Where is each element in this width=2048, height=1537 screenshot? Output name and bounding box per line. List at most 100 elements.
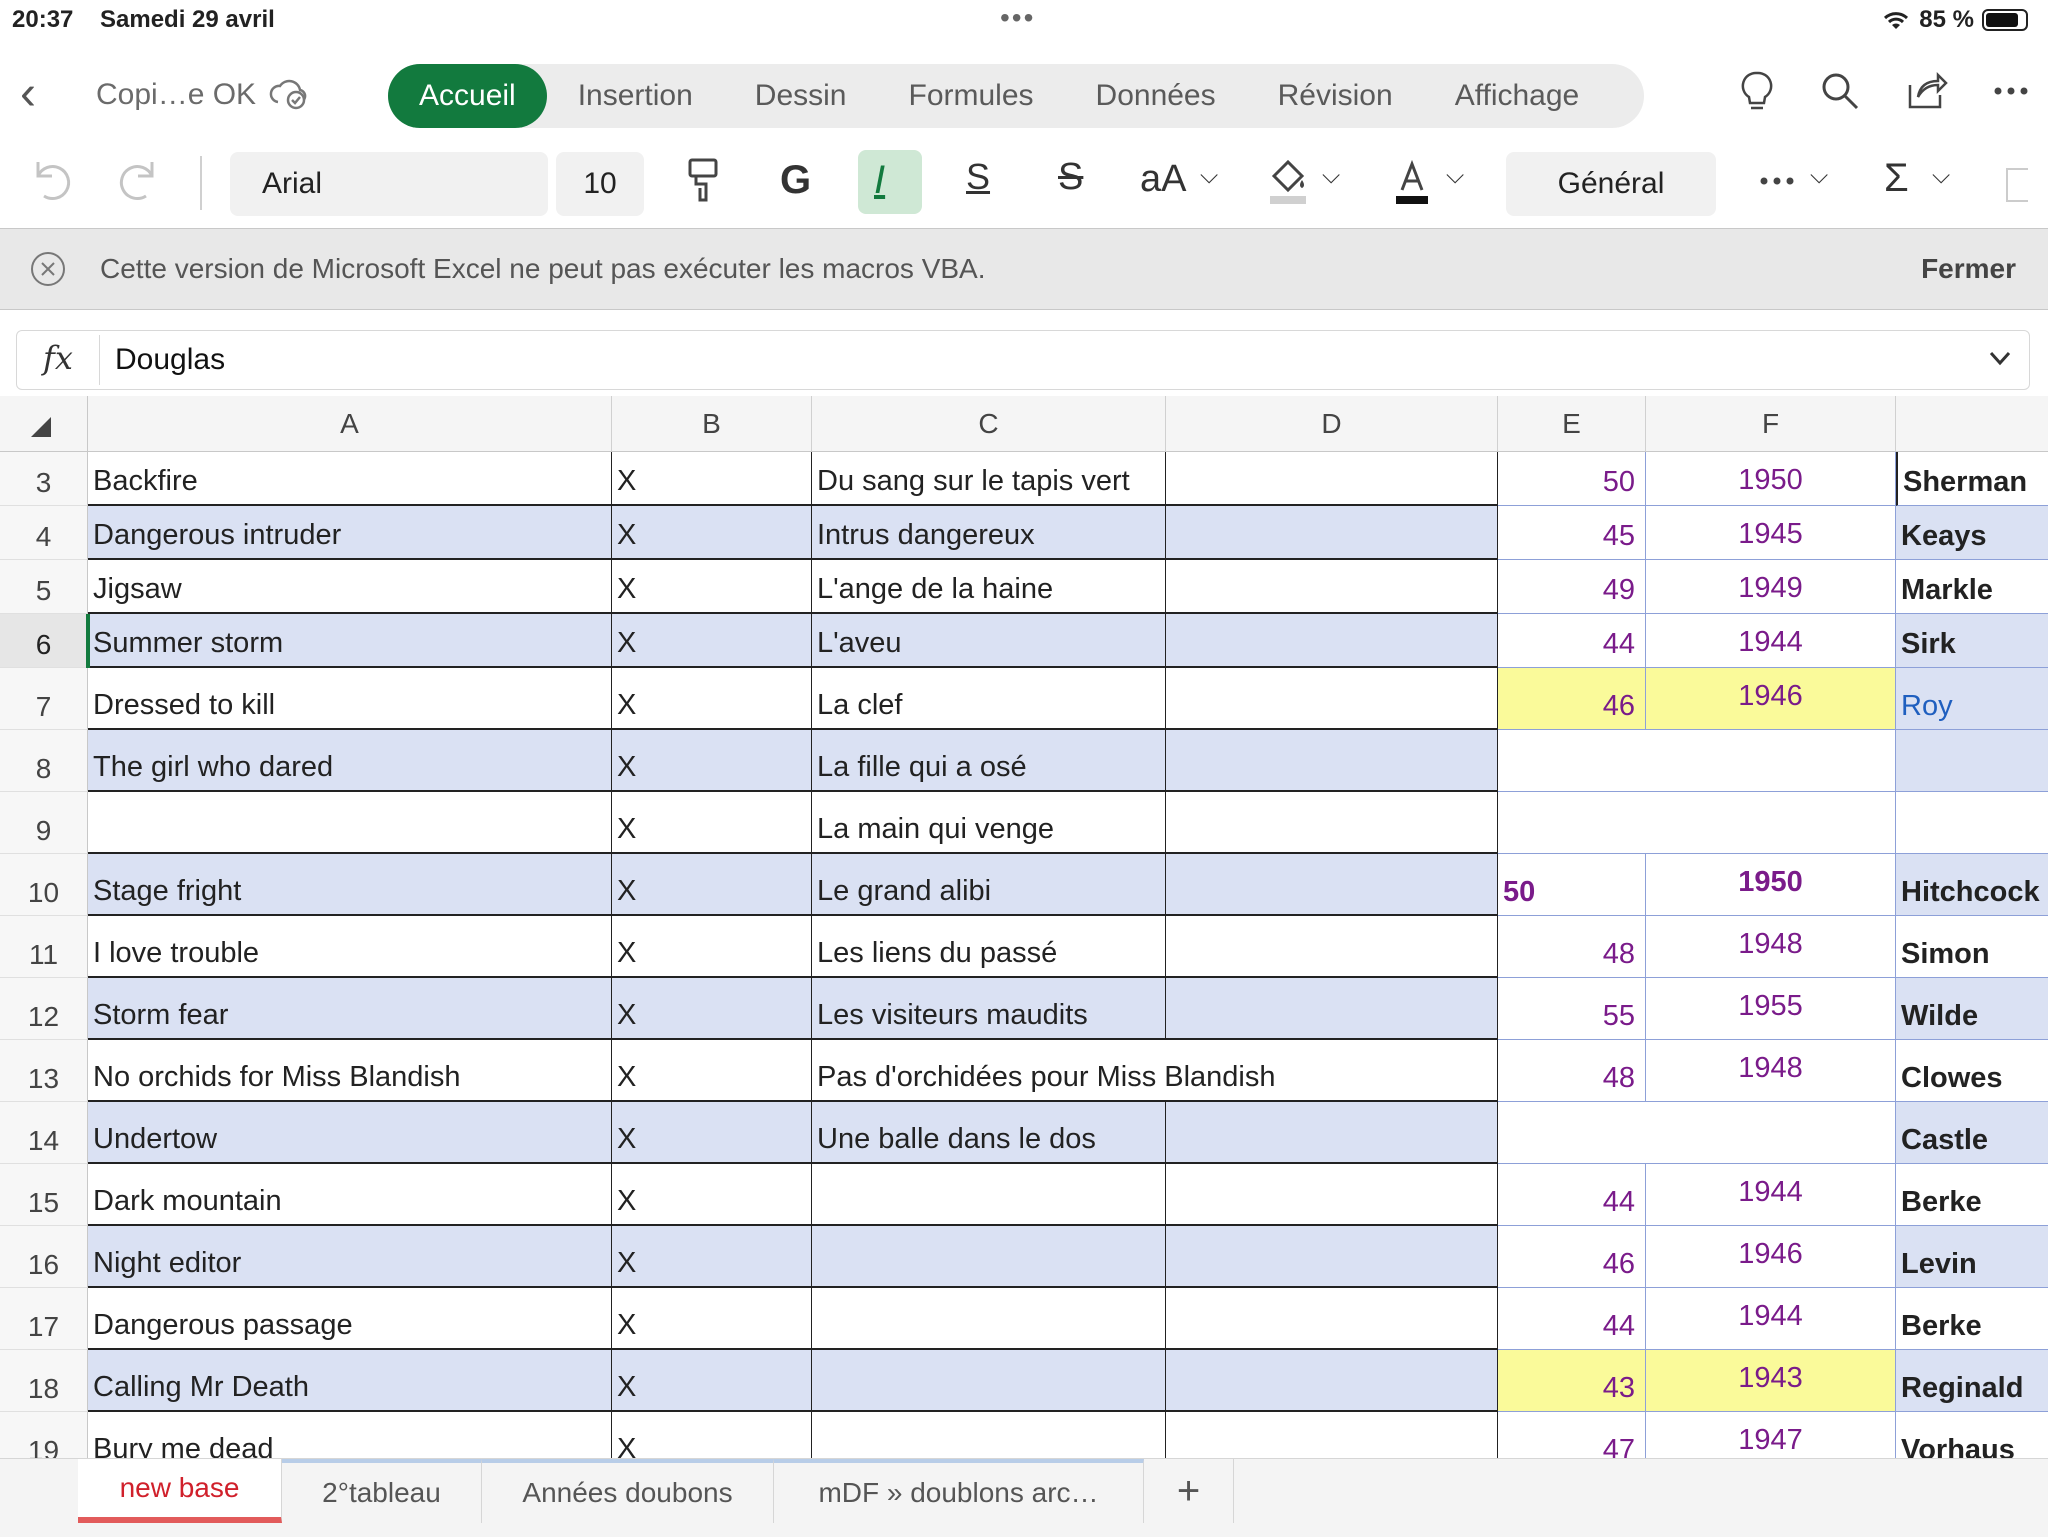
tab-4[interactable]: Données <box>1065 64 1247 128</box>
column-header-f[interactable]: F <box>1646 396 1896 452</box>
cell-b13[interactable]: X <box>612 1040 812 1102</box>
cell-f13[interactable]: 1948 <box>1646 1040 1896 1102</box>
cell-g8[interactable] <box>1896 730 2048 792</box>
cell-c5[interactable]: L'ange de la haine <box>812 560 1166 614</box>
cell-a4[interactable]: Dangerous intruder <box>88 506 612 560</box>
cell-a13[interactable]: No orchids for Miss Blandish <box>88 1040 612 1102</box>
cell-e13[interactable]: 48 <box>1498 1040 1646 1102</box>
sheet-tab-1[interactable]: 2°tableau <box>282 1459 482 1523</box>
cell-d12[interactable] <box>1166 978 1498 1040</box>
undo-icon[interactable] <box>30 156 72 202</box>
cell-d10[interactable] <box>1166 854 1498 916</box>
italic-button[interactable]: I <box>874 158 885 203</box>
cell-d16[interactable] <box>1166 1226 1498 1288</box>
document-name[interactable]: Copi…e OK <box>96 78 256 112</box>
cell-f15[interactable]: 1944 <box>1646 1164 1896 1226</box>
fill-color-icon[interactable] <box>1266 156 1310 206</box>
chevron-down-icon[interactable]: ⌵ <box>1446 162 1464 190</box>
cell-b11[interactable]: X <box>612 916 812 978</box>
cell-g12[interactable]: Wilde <box>1896 978 2048 1040</box>
row-header[interactable]: 8 <box>0 730 88 792</box>
cell-g3[interactable]: Sherman <box>1896 452 2048 506</box>
cell-c13[interactable]: Pas d'orchidées pour Miss Blandish <box>812 1040 1276 1102</box>
cell-e15[interactable]: 44 <box>1498 1164 1646 1226</box>
cell-d11[interactable] <box>1166 916 1498 978</box>
chevron-down-icon[interactable] <box>1987 345 2013 371</box>
search-icon[interactable] <box>1820 71 1860 111</box>
cell-c16[interactable] <box>812 1226 1166 1288</box>
tab-1[interactable]: Insertion <box>547 64 724 128</box>
cell-g14[interactable]: Castle <box>1896 1102 2048 1164</box>
cell-f6[interactable]: 1944 <box>1646 614 1896 668</box>
row-header[interactable]: 6 <box>0 614 88 668</box>
cell-d14[interactable] <box>1166 1102 1498 1164</box>
cell-e9[interactable] <box>1498 792 1646 854</box>
strikethrough-button[interactable]: S <box>1058 156 1083 199</box>
row-header[interactable]: 16 <box>0 1226 88 1288</box>
cell-c6[interactable]: L'aveu <box>812 614 1166 668</box>
cell-d9[interactable] <box>1166 792 1498 854</box>
cell-d8[interactable] <box>1166 730 1498 792</box>
chevron-down-icon[interactable]: ⌵ <box>1322 162 1340 190</box>
back-chevron-icon[interactable]: ‹ <box>20 70 36 118</box>
cell-e3[interactable]: 50 <box>1498 452 1646 506</box>
cell-c11[interactable]: Les liens du passé <box>812 916 1166 978</box>
tab-5[interactable]: Révision <box>1247 64 1424 128</box>
spreadsheet-grid[interactable]: A B C D E F 3 Backfire X Du sang sur le tapis ver… <box>0 396 2048 1458</box>
row-header[interactable]: 17 <box>0 1288 88 1350</box>
row-header[interactable]: 10 <box>0 854 88 916</box>
row-header[interactable]: 13 <box>0 1040 88 1102</box>
cell-e8[interactable] <box>1498 730 1646 792</box>
sheet-tab-0[interactable]: new base <box>78 1459 282 1523</box>
cell-a6[interactable]: Summer storm <box>88 614 612 668</box>
cell-a19[interactable]: Bury me dead <box>88 1412 612 1458</box>
cell-e5[interactable]: 49 <box>1498 560 1646 614</box>
lightbulb-icon[interactable] <box>1740 70 1774 112</box>
row-header[interactable]: 12 <box>0 978 88 1040</box>
row-header[interactable]: 3 <box>0 452 88 506</box>
cell-d15[interactable] <box>1166 1164 1498 1226</box>
formula-bar[interactable]: fx Douglas <box>16 330 2030 390</box>
cell-b10[interactable]: X <box>612 854 812 916</box>
cell-g19[interactable]: Vorhaus <box>1896 1412 2048 1458</box>
cell-a5[interactable]: Jigsaw <box>88 560 612 614</box>
cell-d7[interactable] <box>1166 668 1498 730</box>
cell-g5[interactable]: Markle <box>1896 560 2048 614</box>
column-header-a[interactable]: A <box>88 396 612 452</box>
cell-g16[interactable]: Levin <box>1896 1226 2048 1288</box>
select-all-corner[interactable] <box>0 396 88 452</box>
cell-c10[interactable]: Le grand alibi <box>812 854 1166 916</box>
cell-b5[interactable]: X <box>612 560 812 614</box>
cell-c7[interactable]: La clef <box>812 668 1166 730</box>
font-color-icon[interactable] <box>1392 156 1432 206</box>
cell-b3[interactable]: X <box>612 452 812 506</box>
cell-d6[interactable] <box>1166 614 1498 668</box>
column-header-b[interactable]: B <box>612 396 812 452</box>
dismiss-circle-icon[interactable] <box>30 251 66 287</box>
cell-g11[interactable]: Simon <box>1896 916 2048 978</box>
cell-a9[interactable] <box>88 792 612 854</box>
row-header[interactable]: 7 <box>0 668 88 730</box>
row-header[interactable]: 18 <box>0 1350 88 1412</box>
cell-b14[interactable]: X <box>612 1102 812 1164</box>
bold-button[interactable]: G <box>780 158 811 203</box>
cell-e4[interactable]: 45 <box>1498 506 1646 560</box>
cell-b18[interactable]: X <box>612 1350 812 1412</box>
cell-e7[interactable]: 46 <box>1498 668 1646 730</box>
cell-c15[interactable] <box>812 1164 1166 1226</box>
tab-3[interactable]: Formules <box>878 64 1065 128</box>
clipboard-icon[interactable] <box>2006 168 2028 202</box>
cell-b7[interactable]: X <box>612 668 812 730</box>
cell-c9[interactable]: La main qui venge <box>812 792 1166 854</box>
cell-e16[interactable]: 46 <box>1498 1226 1646 1288</box>
sheet-tab-2[interactable]: Années doubons <box>482 1459 774 1523</box>
cell-f7[interactable]: 1946 <box>1646 668 1896 730</box>
cell-e18[interactable]: 43 <box>1498 1350 1646 1412</box>
font-size-field[interactable]: 10 <box>556 152 644 216</box>
share-icon[interactable] <box>1906 71 1948 111</box>
cell-d5[interactable] <box>1166 560 1498 614</box>
cell-g9[interactable] <box>1896 792 2048 854</box>
cell-b6[interactable]: X <box>612 614 812 668</box>
cell-f4[interactable]: 1945 <box>1646 506 1896 560</box>
cell-c14[interactable]: Une balle dans le dos <box>812 1102 1166 1164</box>
